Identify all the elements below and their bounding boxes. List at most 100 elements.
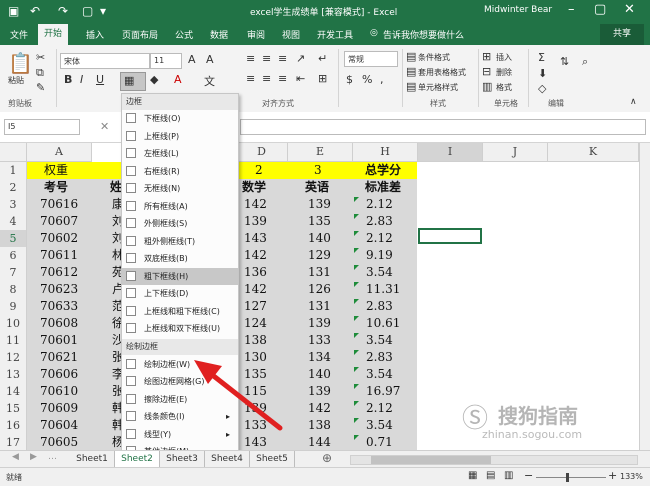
increase-font-icon[interactable]: A: [188, 53, 196, 66]
clear-icon[interactable]: ◇: [538, 82, 546, 95]
cell-a10[interactable]: 70608: [40, 315, 78, 332]
page-break-view-icon[interactable]: ▥: [504, 470, 513, 481]
redo-icon[interactable]: ↷: [58, 4, 68, 18]
cell-h4[interactable]: 2.83: [366, 213, 393, 230]
copy-icon[interactable]: ⧉: [36, 66, 44, 80]
menu-item-c-0[interactable]: 双底框线(B): [122, 250, 238, 267]
align-middle-icon[interactable]: ≡: [262, 52, 271, 65]
cell-a15[interactable]: 70609: [40, 400, 78, 417]
cell-h11[interactable]: 3.54: [366, 332, 393, 349]
cell-e9[interactable]: 131: [308, 298, 331, 315]
cell-a17[interactable]: 70605: [40, 434, 78, 451]
cell-d7[interactable]: 136: [244, 264, 267, 281]
menu-item-a-3[interactable]: 右框线(R): [122, 163, 238, 180]
cell-e11[interactable]: 133: [308, 332, 331, 349]
zoom-slider[interactable]: [536, 477, 606, 478]
cell-a3[interactable]: 70616: [40, 196, 78, 213]
close-icon[interactable]: ✕: [624, 2, 635, 17]
row-header-13[interactable]: 13: [0, 366, 27, 384]
menu-item-a-1[interactable]: 上框线(P): [122, 128, 238, 145]
scrollbar-thumb[interactable]: [371, 456, 491, 464]
wrap-text-icon[interactable]: ↵: [318, 52, 327, 65]
cell-e14[interactable]: 139: [308, 383, 331, 400]
font-color-icon[interactable]: A: [174, 73, 182, 86]
tab-file[interactable]: 文件: [10, 28, 28, 41]
cell-d10[interactable]: 124: [244, 315, 267, 332]
indent-icon[interactable]: ⇤: [296, 72, 305, 85]
collapse-ribbon-icon[interactable]: ∧: [630, 97, 637, 107]
cell-a9[interactable]: 70633: [40, 298, 78, 315]
underline-icon[interactable]: U: [96, 73, 104, 86]
cell-d1[interactable]: 2: [255, 162, 263, 179]
align-top-icon[interactable]: ≡: [246, 52, 255, 65]
minimize-icon[interactable]: –: [568, 2, 575, 17]
italic-icon[interactable]: I: [80, 73, 83, 86]
row-header-15[interactable]: 15: [0, 400, 27, 418]
borders-button[interactable]: ▦: [120, 72, 146, 91]
cell-d3[interactable]: 142: [244, 196, 267, 213]
cell-h16[interactable]: 3.54: [366, 417, 393, 434]
cancel-icon[interactable]: ✕: [100, 120, 109, 133]
table-format-icon[interactable]: ▤: [406, 65, 416, 78]
cell-e2[interactable]: 英语: [305, 179, 329, 196]
cell-d5[interactable]: 143: [244, 230, 267, 247]
cell-h12[interactable]: 2.83: [366, 349, 393, 366]
zoom-level[interactable]: 133%: [620, 472, 643, 481]
cell-e1[interactable]: 3: [314, 162, 322, 179]
menu-item-c-3[interactable]: 上框线和粗下框线(C): [122, 303, 238, 320]
cell-e4[interactable]: 135: [308, 213, 331, 230]
tab-formulas[interactable]: 公式: [175, 28, 193, 41]
align-left-icon[interactable]: ≡: [246, 72, 255, 85]
tab-insert[interactable]: 插入: [86, 28, 104, 41]
col-header-a[interactable]: A: [27, 143, 92, 162]
error-indicator-icon[interactable]: [354, 214, 359, 219]
tell-me-box[interactable]: 告诉我你想要做什么: [383, 28, 464, 41]
error-indicator-icon[interactable]: [354, 231, 359, 236]
cell-h13[interactable]: 3.54: [366, 366, 393, 383]
row-header-14[interactable]: 14: [0, 383, 27, 401]
save-icon[interactable]: ▣: [8, 4, 19, 18]
cell-a6[interactable]: 70611: [40, 247, 78, 264]
align-center-icon[interactable]: ≡: [262, 72, 271, 85]
zoom-out-icon[interactable]: −: [524, 469, 533, 482]
menu-item-b-0[interactable]: 无框线(N): [122, 180, 238, 197]
cell-a14[interactable]: 70610: [40, 383, 78, 400]
row-header-7[interactable]: 7: [0, 264, 27, 282]
error-indicator-icon[interactable]: [354, 282, 359, 287]
cell-d11[interactable]: 138: [244, 332, 267, 349]
row-header-11[interactable]: 11: [0, 332, 27, 350]
cell-a2[interactable]: 考号: [44, 179, 68, 196]
scroll-right-icon[interactable]: ▶: [30, 452, 37, 462]
paste-icon[interactable]: 📋: [8, 51, 33, 75]
fill-color-icon[interactable]: ◆: [150, 73, 158, 86]
sheet-tab-5[interactable]: Sheet5: [250, 451, 295, 467]
row-header-2[interactable]: 2: [0, 179, 27, 197]
new-file-icon[interactable]: ▢: [82, 4, 93, 18]
menu-item-b-2[interactable]: 外侧框线(S): [122, 215, 238, 232]
cell-d6[interactable]: 142: [244, 247, 267, 264]
row-header-4[interactable]: 4: [0, 213, 27, 231]
error-indicator-icon[interactable]: [354, 435, 359, 440]
tab-review[interactable]: 审阅: [247, 28, 265, 41]
cell-a16[interactable]: 70604: [40, 417, 78, 434]
sheet-tab-4[interactable]: Sheet4: [205, 451, 250, 467]
conditional-format-icon[interactable]: ▤: [406, 50, 416, 63]
cell-a11[interactable]: 70601: [40, 332, 78, 349]
cell-h14[interactable]: 16.97: [366, 383, 400, 400]
conditional-format-button[interactable]: 条件格式: [418, 52, 450, 63]
sort-filter-icon[interactable]: ⇅: [560, 55, 569, 68]
cell-e17[interactable]: 144: [308, 434, 331, 451]
col-header-j[interactable]: J: [483, 143, 548, 162]
cell-h15[interactable]: 2.12: [366, 400, 393, 417]
cell-e15[interactable]: 142: [308, 400, 331, 417]
cell-e5[interactable]: 140: [308, 230, 331, 247]
row-header-5[interactable]: 5: [0, 230, 27, 248]
cell-style-icon[interactable]: ▤: [406, 80, 416, 93]
cell-h8[interactable]: 11.31: [366, 281, 400, 298]
error-indicator-icon[interactable]: [354, 248, 359, 253]
error-indicator-icon[interactable]: [354, 316, 359, 321]
cell-h10[interactable]: 10.61: [366, 315, 400, 332]
menu-item-b-1[interactable]: 所有框线(A): [122, 198, 238, 215]
phonetic-icon[interactable]: 文: [204, 73, 215, 89]
menu-item-c-2[interactable]: 上下框线(D): [122, 285, 238, 302]
